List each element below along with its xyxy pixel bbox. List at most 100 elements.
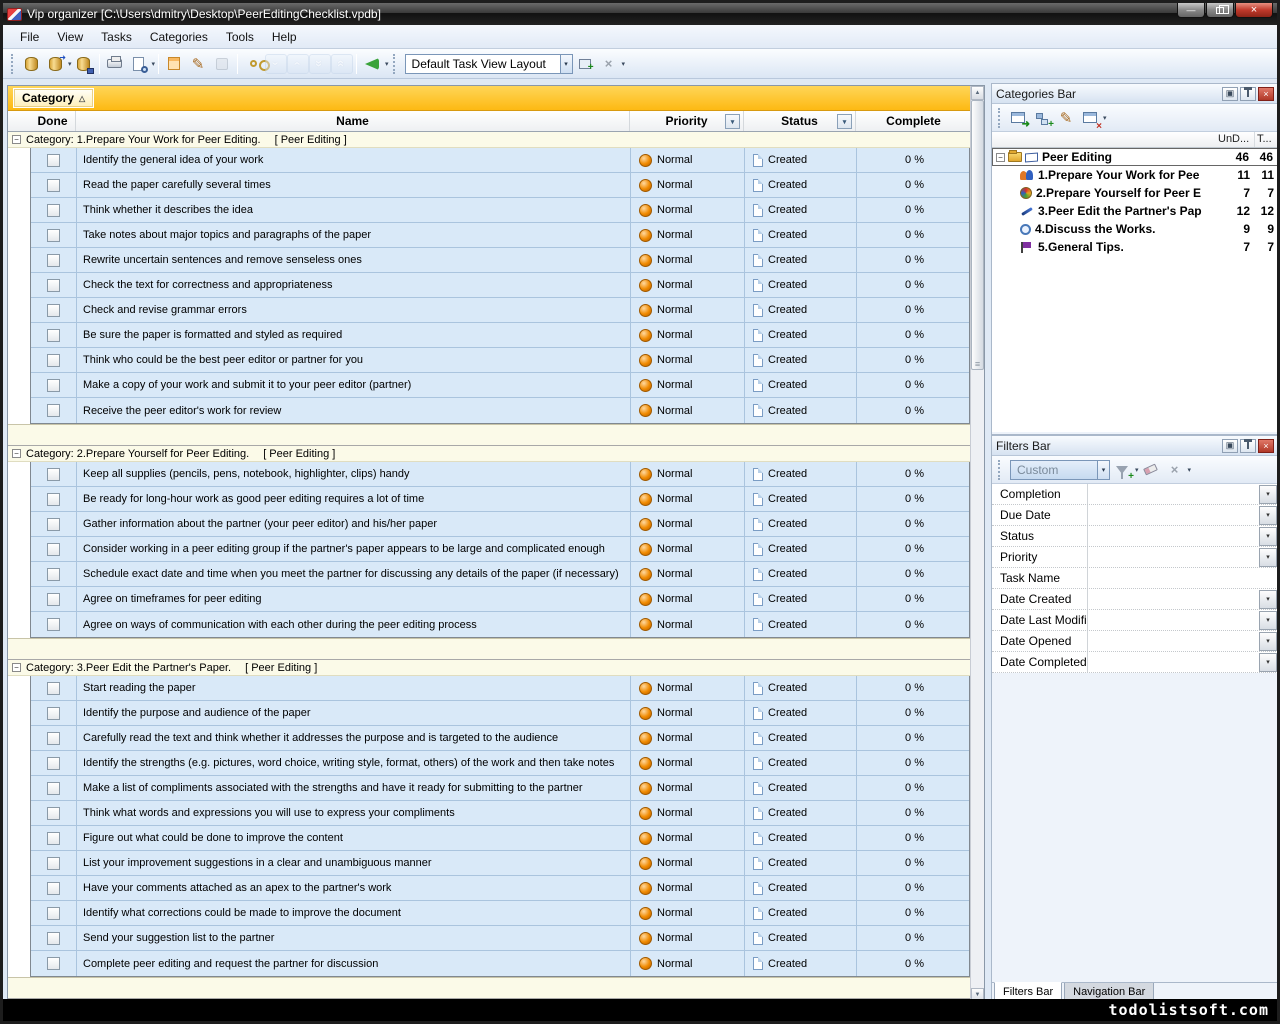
toolbar-grip[interactable] — [998, 108, 1002, 128]
task-row[interactable]: Complete peer editing and request the pa… — [31, 951, 969, 976]
menu-help[interactable]: Help — [263, 27, 306, 47]
filters-pin-button[interactable] — [1240, 439, 1256, 453]
column-name[interactable]: Name — [76, 111, 630, 131]
column-complete[interactable]: Complete — [856, 111, 970, 131]
filters-float-button[interactable]: ▣ — [1222, 439, 1238, 453]
tree-item[interactable]: 4.Discuss the Works. 9 9 — [992, 220, 1278, 238]
task-row[interactable]: Receive the peer editor's work for revie… — [31, 398, 969, 423]
done-checkbox[interactable] — [47, 179, 60, 192]
done-checkbox[interactable] — [47, 618, 60, 631]
task-row[interactable]: Carefully read the text and think whethe… — [31, 726, 969, 751]
priority-filter-button[interactable]: ▾ — [725, 114, 740, 129]
column-done[interactable]: Done — [30, 111, 76, 131]
delete-layout-button[interactable]: × — [597, 52, 621, 76]
task-row[interactable]: Be sure the paper is formatted and style… — [31, 323, 969, 348]
done-checkbox[interactable] — [47, 518, 60, 531]
done-checkbox[interactable] — [47, 832, 60, 845]
done-checkbox[interactable] — [47, 882, 60, 895]
task-row[interactable]: Check the text for correctness and appro… — [31, 273, 969, 298]
filter-dropdown-button[interactable]: ▾ — [1259, 506, 1277, 525]
categories-toolbar-dropdown[interactable]: ▾ — [1103, 114, 1107, 122]
edit-task-button[interactable]: ✎ — [186, 52, 210, 76]
done-checkbox[interactable] — [47, 329, 60, 342]
filter-value-area[interactable] — [1088, 526, 1259, 546]
restore-button[interactable] — [1206, 3, 1234, 18]
task-row[interactable]: Schedule exact date and time when you me… — [31, 562, 969, 587]
task-row[interactable]: Make a list of compliments associated wi… — [31, 776, 969, 801]
done-checkbox[interactable] — [47, 907, 60, 920]
filter-dropdown-button[interactable]: ▾ — [1259, 611, 1277, 630]
done-checkbox[interactable] — [47, 932, 60, 945]
task-row[interactable]: Think what words and expressions you wil… — [31, 801, 969, 826]
done-checkbox[interactable] — [47, 354, 60, 367]
categories-float-button[interactable]: ▣ — [1222, 87, 1238, 101]
print-button[interactable] — [103, 52, 127, 76]
task-row[interactable]: Agree on timeframes for peer editing Nor… — [31, 587, 969, 612]
print-dropdown[interactable]: ▾ — [152, 60, 156, 68]
task-row[interactable]: Read the paper carefully several times N… — [31, 173, 969, 198]
save-database-button[interactable] — [72, 52, 96, 76]
apply-filter-button[interactable]: + — [1110, 458, 1134, 482]
task-row[interactable]: Consider working in a peer editing group… — [31, 537, 969, 562]
open-database-button[interactable]: ➜ — [43, 52, 67, 76]
filter-dropdown-button[interactable]: ▾ — [1259, 653, 1277, 672]
view-task-button[interactable] — [241, 52, 265, 76]
layout-options-dropdown[interactable]: ▾ — [622, 60, 626, 68]
layout-combobox[interactable]: Default Task View Layout ▾ — [405, 54, 573, 74]
column-status[interactable]: Status ▾ — [744, 111, 856, 131]
vertical-scrollbar[interactable]: ▲ ≡ ▼ — [970, 86, 984, 1002]
done-checkbox[interactable] — [47, 732, 60, 745]
filter-preset-combobox[interactable]: Custom ▾ — [1010, 460, 1110, 480]
new-task-button[interactable] — [162, 52, 186, 76]
filter-value-area[interactable] — [1088, 589, 1259, 609]
task-row[interactable]: Send your suggestion list to the partner… — [31, 926, 969, 951]
delete-filter-button[interactable]: × — [1163, 458, 1187, 482]
filter-value-area[interactable] — [1088, 484, 1259, 504]
menu-tools[interactable]: Tools — [217, 27, 263, 47]
menu-categories[interactable]: Categories — [141, 27, 217, 47]
tree-item[interactable]: 2.Prepare Yourself for Peer E 7 7 — [992, 184, 1278, 202]
done-checkbox[interactable] — [47, 404, 60, 417]
category-group-header[interactable]: − Category: 2.Prepare Yourself for Peer … — [8, 446, 970, 462]
done-checkbox[interactable] — [47, 568, 60, 581]
print-preview-button[interactable] — [127, 52, 151, 76]
tree-root-peer-editing[interactable]: − Peer Editing 46 46 — [992, 148, 1278, 166]
done-checkbox[interactable] — [47, 229, 60, 242]
new-category-button[interactable]: ➜ — [1006, 106, 1030, 130]
menu-file[interactable]: File — [11, 27, 48, 47]
filter-value-area[interactable] — [1088, 610, 1259, 630]
filter-value-area[interactable] — [1088, 568, 1259, 588]
filter-dropdown-button[interactable]: ▾ — [1259, 548, 1277, 567]
done-checkbox[interactable] — [47, 254, 60, 267]
toolbar-grip[interactable] — [998, 460, 1002, 480]
task-row[interactable]: Rewrite uncertain sentences and remove s… — [31, 248, 969, 273]
categories-close-button[interactable]: × — [1258, 87, 1274, 101]
delete-category-button[interactable]: × — [1078, 106, 1102, 130]
category-group-header[interactable]: − Category: 3.Peer Edit the Partner's Pa… — [8, 660, 970, 676]
new-subcategory-button[interactable]: + — [1030, 106, 1054, 130]
done-checkbox[interactable] — [47, 807, 60, 820]
layout-combobox-dropdown[interactable]: ▾ — [560, 55, 572, 73]
done-checkbox[interactable] — [47, 957, 60, 970]
collapse-icon[interactable]: − — [12, 449, 21, 458]
collapse-icon[interactable]: − — [996, 153, 1005, 162]
tree-item[interactable]: 3.Peer Edit the Partner's Pap 12 12 — [992, 202, 1278, 220]
filters-toolbar-dropdown[interactable]: ▾ — [1188, 466, 1192, 474]
done-checkbox[interactable] — [47, 782, 60, 795]
delete-task-button[interactable] — [210, 52, 234, 76]
task-row[interactable]: Keep all supplies (pencils, pens, notebo… — [31, 462, 969, 487]
move-to-top-button[interactable]: « — [331, 54, 353, 74]
done-checkbox[interactable] — [47, 682, 60, 695]
filters-close-button[interactable]: × — [1258, 439, 1274, 453]
done-checkbox[interactable] — [47, 857, 60, 870]
scroll-up-button[interactable]: ▲ — [971, 86, 984, 100]
done-checkbox[interactable] — [47, 154, 60, 167]
tree-item[interactable]: 1.Prepare Your Work for Pee 11 11 — [992, 166, 1278, 184]
task-row[interactable]: Think who could be the best peer editor … — [31, 348, 969, 373]
filter-dropdown-button[interactable]: ▾ — [1259, 632, 1277, 651]
done-checkbox[interactable] — [47, 707, 60, 720]
toolbar-grip[interactable] — [11, 54, 15, 74]
group-by-category-button[interactable]: Category △ — [14, 89, 93, 107]
tree-item[interactable]: 5.General Tips. 7 7 — [992, 238, 1278, 256]
filter-value-area[interactable] — [1088, 652, 1259, 672]
